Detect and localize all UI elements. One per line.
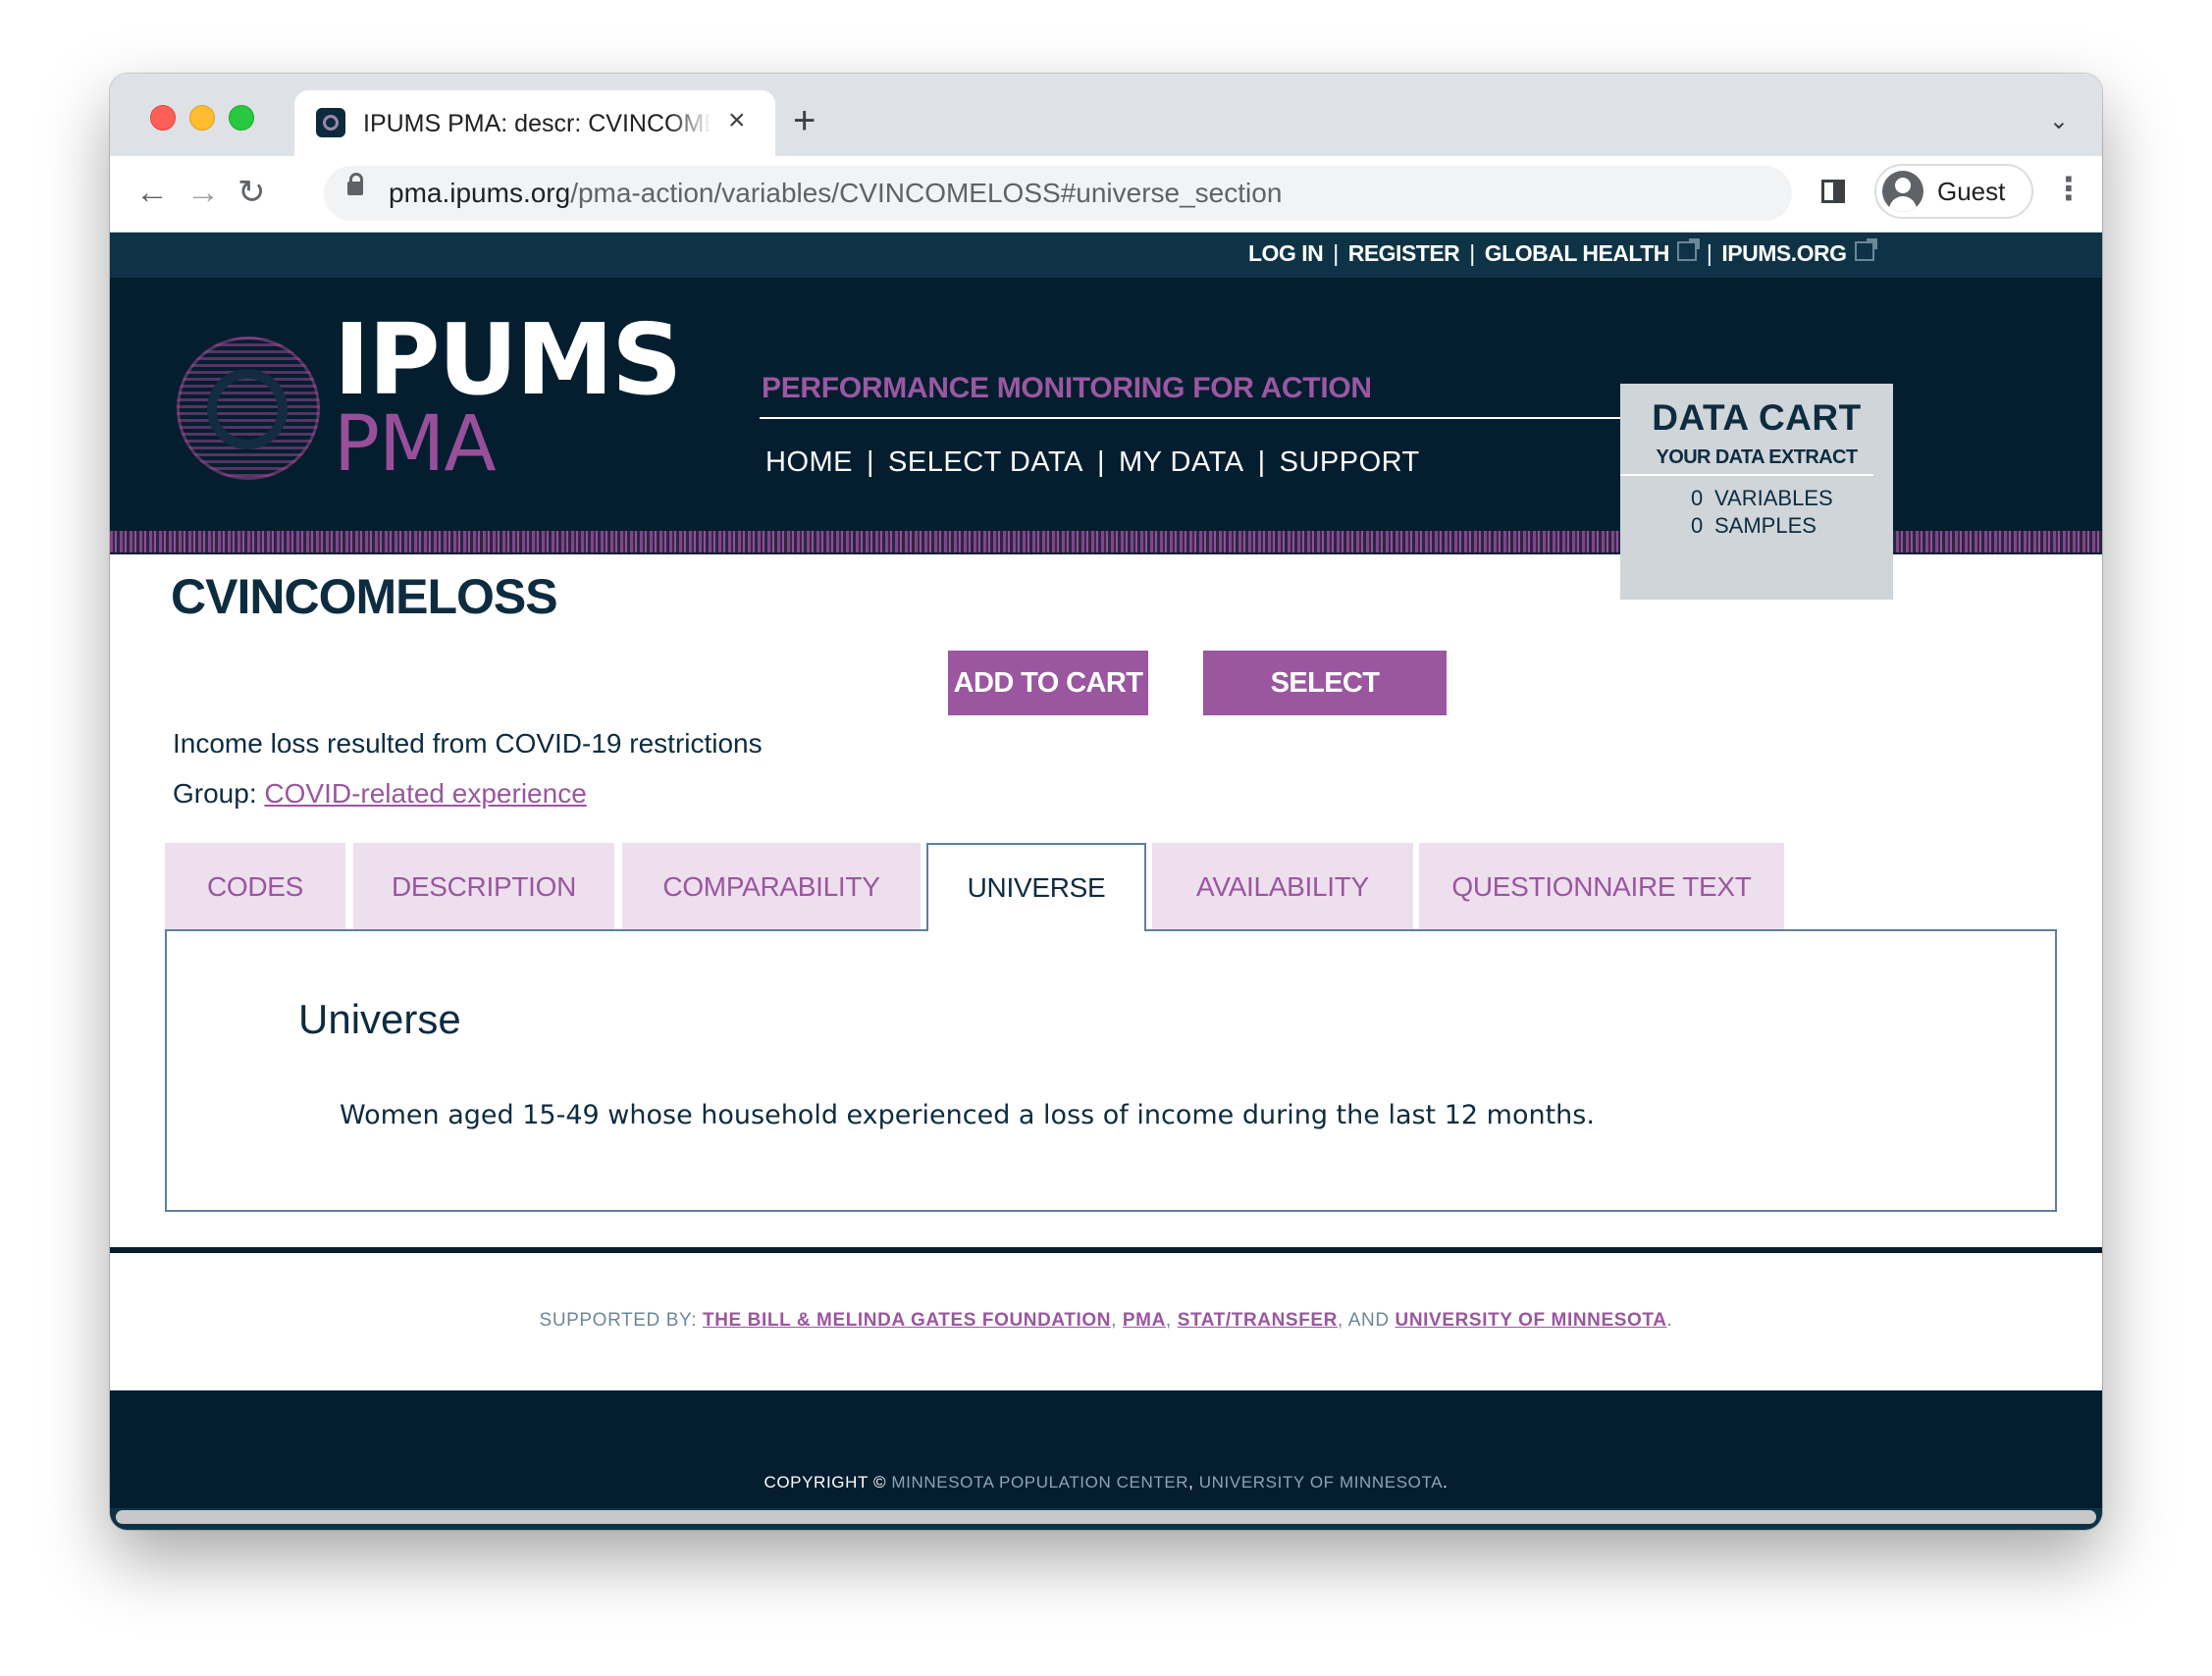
footer-divider <box>110 1247 2102 1253</box>
cart-title: DATA CART <box>1652 397 1862 438</box>
global-health-link[interactable]: GLOBAL HEALTH <box>1485 240 1670 266</box>
gates-foundation-link[interactable]: THE BILL & MELINDA GATES FOUNDATION <box>703 1310 1111 1331</box>
variable-group: Group: COVID-related experience <box>173 778 587 810</box>
tab-close-icon[interactable]: × <box>728 106 746 135</box>
ipums-globe-logo-icon[interactable] <box>177 337 320 480</box>
utility-separator: | <box>1469 240 1475 266</box>
cart-variables-count: 0 <box>1691 486 1704 510</box>
utility-separator: | <box>1333 240 1339 266</box>
cart-samples-label: SAMPLES <box>1714 513 1817 538</box>
external-link-icon <box>1676 238 1700 261</box>
browser-menu-icon[interactable]: ⋮ <box>2053 170 2084 207</box>
browser-titlebar: IPUMS PMA: descr: CVINCOMELOSS × + ⌄ <box>110 74 2102 156</box>
logo-pma-text[interactable]: PMA <box>334 405 497 484</box>
nav-my-data[interactable]: MY DATA <box>1119 446 1244 478</box>
lock-icon[interactable] <box>347 173 363 195</box>
tab-description[interactable]: DESCRIPTION <box>353 843 614 929</box>
url-path: /pma-action/variables/CVINCOMELOSS#unive… <box>570 178 1283 208</box>
cart-samples-row: 0 SAMPLES <box>1691 513 1817 539</box>
variable-description: Income loss resulted from COVID-19 restr… <box>173 728 763 759</box>
screenshot-stage: IPUMS PMA: descr: CVINCOMELOSS × + ⌄ ← →… <box>0 0 2212 1676</box>
maximize-window-button[interactable] <box>229 105 254 131</box>
tagline-divider <box>760 417 1621 419</box>
tab-codes[interactable]: CODES <box>165 843 345 929</box>
university-of-minnesota-link[interactable]: UNIVERSITY OF MINNESOTA <box>1396 1310 1667 1331</box>
utility-separator: | <box>1706 240 1712 266</box>
minimize-window-button[interactable] <box>189 105 215 131</box>
tab-universe[interactable]: UNIVERSE <box>926 843 1146 931</box>
pma-link[interactable]: PMA <box>1123 1310 1166 1331</box>
nav-separator: | <box>867 446 875 478</box>
utility-bar: LOG IN | REGISTER | GLOBAL HEALTH | IPUMS.ORG <box>110 233 2102 278</box>
forward-arrow-icon[interactable]: → <box>186 174 220 211</box>
tab-questionnaire-text[interactable]: QUESTIONNAIRE TEXT <box>1419 843 1784 929</box>
select-samples-button[interactable]: SELECT SAMPLES <box>1203 651 1447 763</box>
tab-comparability[interactable]: COMPARABILITY <box>622 843 921 929</box>
tab-search-chevron-icon[interactable]: ⌄ <box>2049 107 2069 135</box>
ipums-favicon-icon <box>316 108 345 137</box>
reload-icon[interactable]: ↻ <box>237 174 266 211</box>
nav-home[interactable]: HOME <box>765 446 853 478</box>
copyright-label: COPYRIGHT © <box>764 1473 887 1492</box>
address-bar[interactable]: pma.ipums.org/pma-action/variables/CVINC… <box>324 166 1792 221</box>
avatar-icon <box>1882 171 1923 212</box>
cart-variables-row: 0 VARIABLES <box>1691 486 1833 511</box>
supported-by: SUPPORTED BY: THE BILL & MELINDA GATES F… <box>539 1310 1673 1331</box>
group-link[interactable]: COVID-related experience <box>264 778 586 809</box>
browser-toolbar: ← → ↻ pma.ipums.org/pma-action/variables… <box>110 156 2102 233</box>
profile-name: Guest <box>1937 177 2006 206</box>
page-title: CVINCOMELOSS <box>171 569 558 624</box>
tab-availability[interactable]: AVAILABILITY <box>1152 843 1413 929</box>
universe-text: Women aged 15-49 whose household experie… <box>340 1100 1595 1130</box>
mpc-link[interactable]: MINNESOTA POPULATION CENTER <box>891 1473 1188 1492</box>
main-navigation: HOME | SELECT DATA | MY DATA | SUPPORT <box>765 446 1420 479</box>
back-arrow-icon[interactable]: ← <box>135 174 169 211</box>
side-panel-icon[interactable] <box>1821 180 1845 203</box>
tab-title: IPUMS PMA: descr: CVINCOMELOSS <box>363 110 711 137</box>
utility-links: LOG IN | REGISTER | GLOBAL HEALTH | IPUMS.ORG <box>1248 238 1877 267</box>
umn-link[interactable]: UNIVERSITY OF MINNESOTA <box>1199 1473 1443 1492</box>
add-to-cart-button[interactable]: ADD TO CART <box>948 651 1148 715</box>
horizontal-scrollbar[interactable] <box>116 1510 2096 1524</box>
universe-heading: Universe <box>298 996 461 1042</box>
cart-divider <box>1620 474 1873 476</box>
group-label: Group: <box>173 778 257 809</box>
url-text[interactable]: pma.ipums.org/pma-action/variables/CVINC… <box>389 178 1282 209</box>
nav-support[interactable]: SUPPORT <box>1280 446 1420 478</box>
browser-tab[interactable]: IPUMS PMA: descr: CVINCOMELOSS × <box>294 90 775 156</box>
and-text: AND <box>1347 1310 1390 1331</box>
supported-by-label: SUPPORTED BY: <box>539 1310 698 1331</box>
login-link[interactable]: LOG IN <box>1248 240 1324 266</box>
site-tagline: PERFORMANCE MONITORING FOR ACTION <box>762 372 1372 404</box>
stat-transfer-link[interactable]: STAT/TRANSFER <box>1178 1310 1338 1331</box>
nav-select-data[interactable]: SELECT DATA <box>888 446 1083 478</box>
browser-window: IPUMS PMA: descr: CVINCOMELOSS × + ⌄ ← →… <box>110 74 2102 1530</box>
cart-variables-label: VARIABLES <box>1714 486 1833 510</box>
close-window-button[interactable] <box>150 105 176 131</box>
logo-ipums-text[interactable]: IPUMS <box>334 311 682 409</box>
new-tab-icon[interactable]: + <box>793 101 816 140</box>
cart-subtitle: YOUR DATA EXTRACT <box>1656 446 1859 468</box>
cart-samples-count: 0 <box>1691 513 1704 538</box>
nav-separator: | <box>1257 446 1266 478</box>
ipums-org-link[interactable]: IPUMS.ORG <box>1721 240 1847 266</box>
external-link-icon <box>1854 238 1877 261</box>
data-cart-panel[interactable]: DATA CART YOUR DATA EXTRACT 0 VARIABLES 0… <box>1620 384 1893 600</box>
profile-button[interactable]: Guest <box>1874 164 2033 219</box>
universe-panel: Universe Women aged 15-49 whose househol… <box>165 929 2057 1212</box>
masthead: IPUMS PMA PERFORMANCE MONITORING FOR ACT… <box>110 278 2102 600</box>
copyright: COPYRIGHT © MINNESOTA POPULATION CENTER,… <box>764 1473 1448 1492</box>
nav-separator: | <box>1096 446 1105 478</box>
register-link[interactable]: REGISTER <box>1348 240 1460 266</box>
web-page: LOG IN | REGISTER | GLOBAL HEALTH | IPUMS.ORG … <box>110 233 2102 1530</box>
url-host: pma.ipums.org <box>389 178 571 208</box>
